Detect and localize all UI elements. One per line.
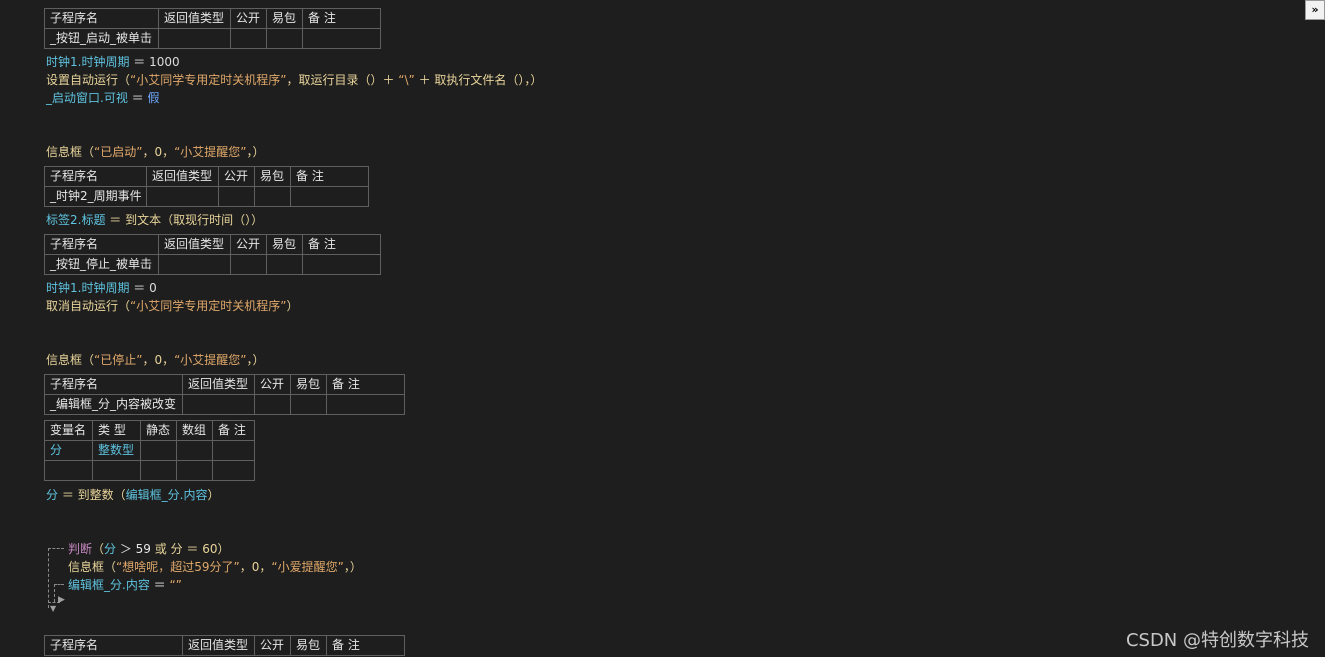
- var-type-cell[interactable]: 整数型: [92, 440, 141, 461]
- col-remark: 备 注: [326, 635, 405, 656]
- col-public: 公开: [218, 166, 255, 187]
- col-return-type: 返回值类型: [182, 374, 255, 395]
- col-var-type: 类 型: [92, 420, 141, 441]
- code-line[interactable]: 编辑框_分.内容 ＝ “”: [68, 576, 182, 593]
- code-line[interactable]: 信息框（“想啥呢，超过59分了”，0，“小爱提醒您”，）: [68, 558, 362, 575]
- flow-guide-line: [54, 584, 64, 585]
- col-sub-name: 子程序名: [44, 374, 183, 395]
- col-return-type: 返回值类型: [158, 234, 231, 255]
- col-easy-pack: 易包: [254, 166, 291, 187]
- flow-guide-line: [48, 548, 49, 608]
- variable-table: 变量名 类 型 静态 数组 备 注 分 整数型: [44, 420, 255, 481]
- code-line[interactable]: 标签2.标题 ＝ 到文本（取现行时间（））: [46, 211, 263, 228]
- code-line[interactable]: 时钟1.时钟周期 ＝ 0: [46, 279, 157, 296]
- col-return-type: 返回值类型: [146, 166, 219, 187]
- expand-panel-button[interactable]: »: [1305, 0, 1325, 20]
- col-return-type: 返回值类型: [182, 635, 255, 656]
- col-sub-name: 子程序名: [44, 8, 159, 29]
- flow-down-arrow-icon: ▼: [50, 604, 57, 613]
- col-easy-pack: 易包: [290, 635, 327, 656]
- sub-name-cell[interactable]: _编辑框_分_内容被改变: [44, 394, 183, 415]
- watermark: CSDN @特创数字科技: [1125, 630, 1309, 651]
- col-static: 静态: [140, 420, 177, 441]
- col-public: 公开: [230, 234, 267, 255]
- code-line[interactable]: 判断（分 ＞ 59 或 分 ＝ 60）: [68, 540, 230, 557]
- col-remark: 备 注: [302, 8, 381, 29]
- flow-guide-line: [48, 548, 64, 549]
- code-line[interactable]: 取消自动运行（“小艾同学专用定时关机程序”）: [46, 297, 298, 314]
- col-easy-pack: 易包: [266, 8, 303, 29]
- col-sub-name: 子程序名: [44, 166, 147, 187]
- subroutine-table-start: 子程序名 返回值类型 公开 易包 备 注 _按钮_启动_被单击: [44, 8, 381, 49]
- code-line[interactable]: 时钟1.时钟周期 ＝ 1000: [46, 53, 180, 70]
- col-public: 公开: [254, 635, 291, 656]
- col-public: 公开: [230, 8, 267, 29]
- col-easy-pack: 易包: [266, 234, 303, 255]
- code-line[interactable]: 分 ＝ 到整数（编辑框_分.内容）: [46, 486, 220, 503]
- code-line[interactable]: _启动窗口.可视 ＝ 假: [46, 89, 159, 106]
- col-remark: 备 注: [290, 166, 369, 187]
- sub-name-cell[interactable]: _时钟2_周期事件: [44, 186, 147, 207]
- col-remark: 备 注: [326, 374, 405, 395]
- subroutine-table-edit: 子程序名 返回值类型 公开 易包 备 注 _编辑框_分_内容被改变: [44, 374, 405, 415]
- subroutine-table-timer: 子程序名 返回值类型 公开 易包 备 注 _时钟2_周期事件: [44, 166, 369, 207]
- col-sub-name: 子程序名: [44, 635, 183, 656]
- var-name-cell[interactable]: 分: [44, 440, 93, 461]
- flow-guide-line: [54, 584, 55, 602]
- code-line[interactable]: 信息框（“已停止”，0，“小艾提醒您”，）: [46, 351, 265, 368]
- code-line[interactable]: 信息框（“已启动”，0，“小艾提醒您”，）: [46, 143, 265, 160]
- subroutine-table-stop: 子程序名 返回值类型 公开 易包 备 注 _按钮_停止_被单击: [44, 234, 381, 275]
- flow-arrow-icon: ▶: [58, 595, 65, 605]
- col-return-type: 返回值类型: [158, 8, 231, 29]
- sub-name-cell[interactable]: _按钮_启动_被单击: [44, 28, 159, 49]
- code-line[interactable]: 设置自动运行（“小艾同学专用定时关机程序”，取运行目录（）＋ “\” ＋ 取执行…: [46, 71, 542, 88]
- col-sub-name: 子程序名: [44, 234, 159, 255]
- col-public: 公开: [254, 374, 291, 395]
- subroutine-table-next: 子程序名 返回值类型 公开 易包 备 注: [44, 635, 405, 656]
- col-easy-pack: 易包: [290, 374, 327, 395]
- col-var-name: 变量名: [44, 420, 93, 441]
- sub-name-cell[interactable]: _按钮_停止_被单击: [44, 254, 159, 275]
- col-array: 数组: [176, 420, 213, 441]
- col-remark: 备 注: [302, 234, 381, 255]
- col-remark: 备 注: [212, 420, 255, 441]
